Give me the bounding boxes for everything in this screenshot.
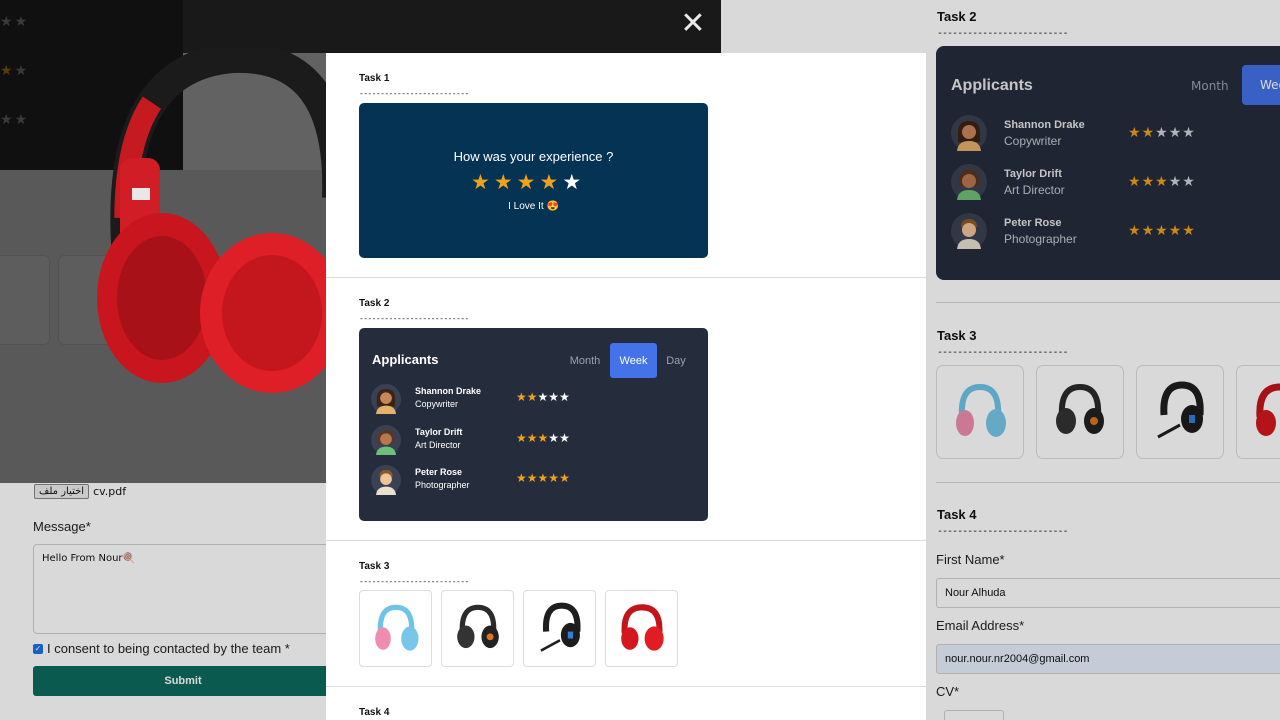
red-headphones-icon (620, 603, 664, 651)
applicant-row: Peter Rose Photographer ★ ★ ★ ★ ★ (371, 465, 691, 495)
experience-stars: ★ ★ ★ ★ ★ (471, 170, 581, 194)
applicants-card: Applicants Month Week Day Shannon Drake … (359, 328, 708, 521)
red-headphones-preview-icon (97, 48, 342, 393)
star-icon[interactable]: ★ (539, 170, 558, 194)
applicant-row: Taylor Drift Art Director ★ ★ ★ ★ ★ (371, 425, 691, 455)
divider (326, 277, 926, 278)
tab-week[interactable]: Week (610, 343, 657, 378)
task2-dashes: -------------------------- (359, 314, 469, 323)
black-gaming-headset-icon (456, 604, 499, 648)
divider (326, 686, 926, 687)
applicant-role: Art Director (415, 440, 461, 450)
task3-dashes: -------------------------- (359, 577, 469, 586)
task4-title: Task 4 (359, 707, 390, 718)
applicant-name: Peter Rose (415, 467, 463, 477)
rating-stars: ★ ★ ★ ★ ★ (516, 431, 570, 445)
star-icon[interactable]: ★ (471, 170, 490, 194)
experience-question: How was your experience ? (453, 149, 614, 164)
star-icon[interactable]: ★ (494, 170, 513, 194)
rating-stars: ★ ★ ★ ★ ★ (516, 390, 570, 404)
avatar-man-icon (371, 465, 401, 495)
star-icon[interactable]: ★ (562, 170, 581, 194)
applicant-role: Photographer (415, 480, 470, 490)
product-thumbnail[interactable] (359, 590, 432, 667)
task2-title: Task 2 (359, 298, 390, 309)
black-mic-headset-icon (539, 602, 581, 652)
applicants-title: Applicants (372, 352, 439, 367)
applicant-role: Copywriter (415, 399, 459, 409)
task3-title: Task 3 (359, 561, 390, 572)
tab-month[interactable]: Month (565, 343, 605, 378)
product-thumbnail[interactable] (605, 590, 678, 667)
preview-modal: Task 1 -------------------------- How wa… (326, 53, 926, 720)
star-icon[interactable]: ★ (517, 170, 536, 194)
applicant-row: Shannon Drake Copywriter ★ ★ ★ ★ ★ (371, 384, 691, 414)
applicant-name: Shannon Drake (415, 386, 482, 396)
rating-stars: ★ ★ ★ ★ ★ (516, 471, 570, 485)
task1-dashes: -------------------------- (359, 89, 469, 98)
task1-title: Task 1 (359, 73, 390, 84)
applicant-name: Taylor Drift (415, 427, 463, 437)
avatar-woman-green-shirt-icon (371, 425, 401, 455)
close-icon[interactable]: ✕ (680, 9, 706, 39)
pink-blue-headphones-icon (374, 604, 419, 651)
experience-message: I Love It 😍 (508, 201, 559, 212)
product-thumbnail[interactable] (441, 590, 514, 667)
tab-day[interactable]: Day (661, 343, 691, 378)
divider (326, 540, 926, 541)
product-thumbnail[interactable] (523, 590, 596, 667)
avatar-woman-dark-hair-icon (371, 384, 401, 414)
experience-rating-card: How was your experience ? ★ ★ ★ ★ ★ I Lo… (359, 103, 708, 258)
